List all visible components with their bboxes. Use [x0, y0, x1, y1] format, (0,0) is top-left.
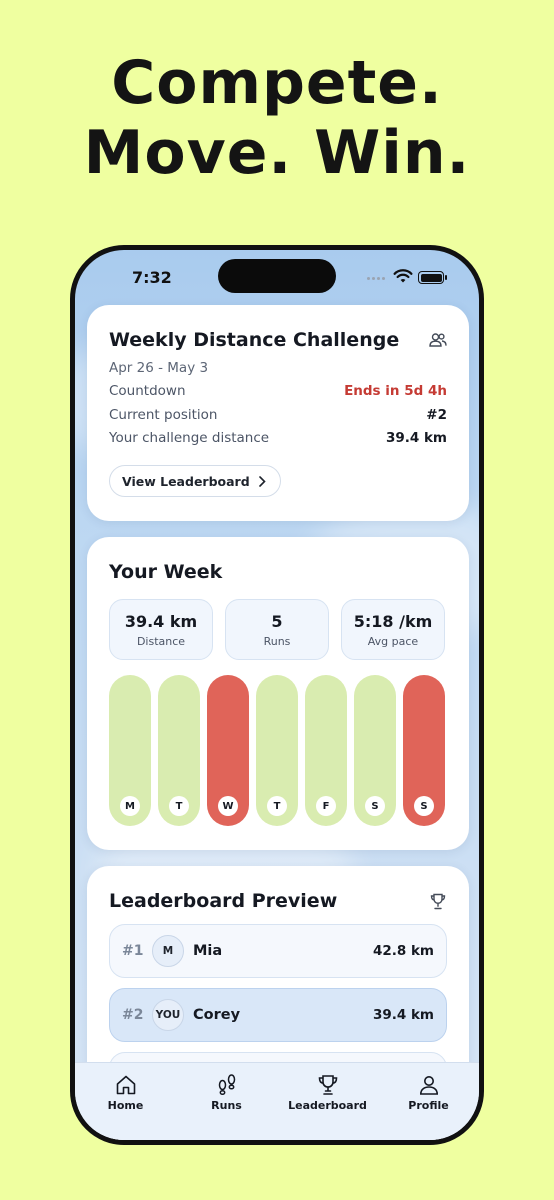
challenge-dates: Apr 26 - May 3: [109, 360, 209, 376]
runner-name: Corey: [193, 1007, 241, 1023]
day-label: S: [414, 796, 434, 816]
tab-bar: Home Runs Leaderboard Profile: [75, 1062, 479, 1140]
tab-leaderboard[interactable]: Leaderboard: [277, 1063, 378, 1140]
stat-pace-value: 5:18 /km: [353, 611, 433, 631]
rank: #2: [122, 1007, 144, 1023]
day-bar[interactable]: F: [305, 675, 347, 826]
headline-line-2: Move. Win.: [83, 118, 471, 188]
view-leaderboard-button[interactable]: View Leaderboard: [109, 465, 281, 497]
trophy-icon[interactable]: [427, 890, 449, 912]
tab-profile-label: Profile: [408, 1099, 449, 1112]
battery-icon: [418, 271, 444, 284]
status-bar: 7:32: [75, 250, 479, 306]
countdown-label: Countdown: [109, 383, 186, 399]
stat-pace-label: Avg pace: [367, 634, 419, 648]
day-bar[interactable]: T: [158, 675, 200, 826]
stat-runs: 5 Runs: [225, 599, 329, 660]
dynamic-island: [218, 259, 336, 293]
tab-runs[interactable]: Runs: [176, 1063, 277, 1140]
wifi-icon: [393, 269, 413, 283]
day-label: F: [316, 796, 336, 816]
tab-home[interactable]: Home: [75, 1063, 176, 1140]
headline: Compete. Move. Win.: [0, 48, 554, 188]
leaderboard-title: Leaderboard Preview: [109, 890, 338, 912]
day-bar[interactable]: S: [403, 675, 445, 826]
person-icon: [419, 1076, 438, 1095]
week-stats: 39.4 km Distance 5 Runs 5:18 /km Avg pac…: [109, 599, 445, 660]
footprints-icon: [218, 1074, 235, 1096]
countdown-row: Countdown Ends in 5d 4h: [109, 383, 447, 399]
day-label: T: [169, 796, 189, 816]
phone-frame: 7:32 Weekly Distance Challenge Apr 26 - …: [70, 245, 484, 1145]
day-label: S: [365, 796, 385, 816]
runner-name: Mia: [193, 943, 223, 959]
day-label: W: [218, 796, 238, 816]
leaderboard-row-you[interactable]: #2 YOU Corey 39.4 km: [109, 988, 447, 1042]
position-row: Current position #2: [109, 407, 447, 423]
leaderboard-row[interactable]: #1 M Mia 42.8 km: [109, 924, 447, 978]
avatar: YOU: [152, 999, 184, 1031]
distance-label: Your challenge distance: [109, 430, 270, 446]
day-bar[interactable]: S: [354, 675, 396, 826]
stat-distance-value: 39.4 km: [124, 611, 198, 631]
day-bar[interactable]: W: [207, 675, 249, 826]
day-label: T: [267, 796, 287, 816]
week-day-bars: M T W T F S S: [109, 675, 447, 826]
tab-runs-label: Runs: [211, 1099, 242, 1112]
tab-profile[interactable]: Profile: [378, 1063, 479, 1140]
distance-row: Your challenge distance 39.4 km: [109, 430, 447, 446]
avatar: M: [152, 935, 184, 967]
stat-runs-value: 5: [271, 611, 283, 631]
stat-distance: 39.4 km Distance: [109, 599, 213, 660]
challenge-title: Weekly Distance Challenge: [109, 329, 400, 351]
day-bar[interactable]: M: [109, 675, 151, 826]
headline-line-1: Compete.: [111, 48, 443, 118]
rank: #1: [122, 943, 144, 959]
status-time: 7:32: [132, 268, 172, 287]
day-label: M: [120, 796, 140, 816]
tab-leaderboard-label: Leaderboard: [288, 1099, 367, 1112]
countdown-value: Ends in 5d 4h: [344, 383, 447, 399]
tab-home-label: Home: [107, 1099, 144, 1112]
home-icon: [116, 1075, 135, 1095]
chevron-right-icon: [258, 475, 266, 487]
cellular-icon: [367, 277, 385, 280]
distance-value: 39.4 km: [385, 430, 447, 446]
trophy-icon: [318, 1075, 337, 1095]
day-bar[interactable]: T: [256, 675, 298, 826]
week-card: Your Week 39.4 km Distance 5 Runs 5:18 /…: [87, 537, 469, 850]
view-leaderboard-label: View Leaderboard: [122, 473, 250, 489]
group-icon[interactable]: [427, 329, 449, 351]
runner-distance: 42.8 km: [372, 943, 434, 959]
stat-pace: 5:18 /km Avg pace: [341, 599, 445, 660]
week-title: Your Week: [109, 561, 223, 583]
battery-nub: [445, 275, 447, 280]
stat-runs-label: Runs: [263, 634, 291, 648]
runner-distance: 39.4 km: [372, 1007, 434, 1023]
position-label: Current position: [109, 407, 218, 423]
position-value: #2: [426, 407, 447, 423]
stat-distance-label: Distance: [136, 634, 186, 648]
challenge-card: Weekly Distance Challenge Apr 26 - May 3…: [87, 305, 469, 521]
